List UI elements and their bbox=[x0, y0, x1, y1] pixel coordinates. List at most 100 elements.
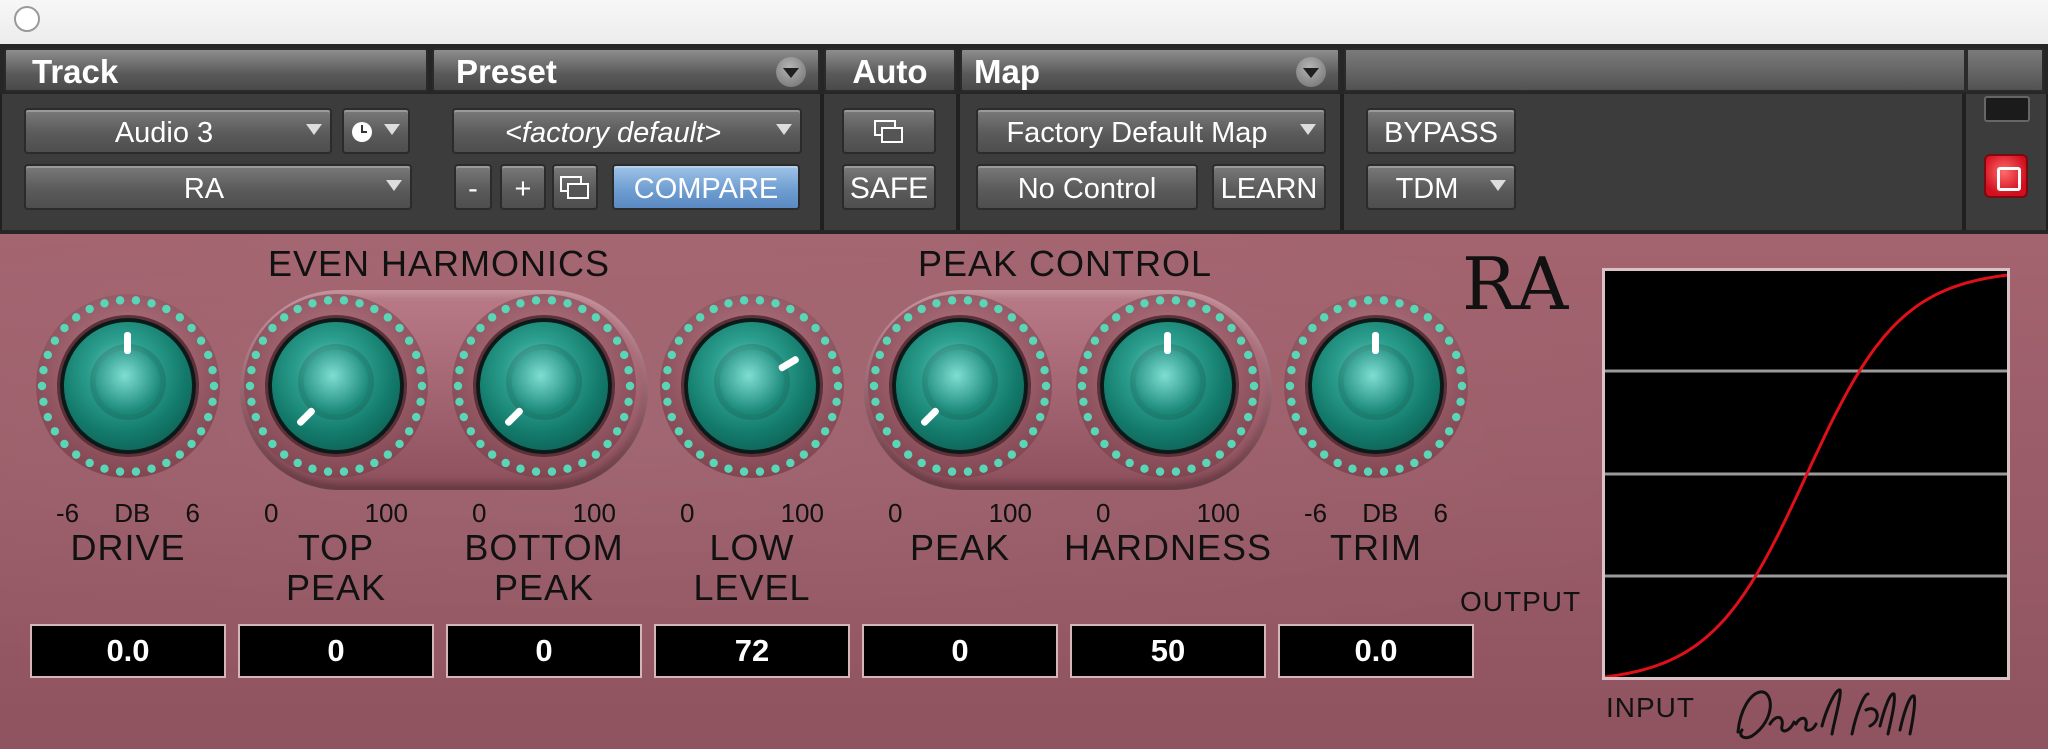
knob-dot bbox=[411, 412, 421, 422]
knob-dot bbox=[947, 296, 957, 305]
knob-dot bbox=[979, 299, 988, 308]
knob-dot bbox=[268, 323, 277, 333]
knob-dot bbox=[1007, 313, 1017, 322]
knob-dot bbox=[1451, 350, 1461, 360]
knob-dot bbox=[162, 304, 171, 314]
knob-dot bbox=[811, 439, 820, 449]
knob-hardness[interactable] bbox=[1068, 286, 1268, 486]
plugin-name-dropdown[interactable]: RA bbox=[24, 164, 412, 210]
power-icon[interactable] bbox=[1984, 154, 2028, 198]
knob-dot bbox=[1236, 336, 1246, 345]
knob-trim[interactable] bbox=[1276, 286, 1476, 486]
knob-dot bbox=[453, 381, 463, 391]
param-name-line1: BOTTOM bbox=[464, 527, 624, 568]
knob-dot bbox=[370, 304, 379, 314]
knob-top-peak[interactable] bbox=[236, 286, 436, 486]
param-value-field[interactable]: 0 bbox=[446, 624, 642, 678]
knob-dot bbox=[355, 299, 364, 308]
compare-button[interactable]: COMPARE bbox=[612, 164, 800, 210]
knob-dot bbox=[1298, 336, 1308, 345]
param-name-line1: DRIVE bbox=[70, 527, 186, 568]
knob-dot bbox=[799, 450, 809, 459]
knob-dot bbox=[279, 313, 289, 322]
preset-section-title[interactable]: Preset bbox=[432, 48, 820, 92]
knob-dot bbox=[323, 296, 333, 305]
param-name: DRIVE bbox=[18, 528, 238, 568]
scale-min-label: -6 bbox=[1304, 498, 1328, 528]
knob-dot bbox=[994, 304, 1003, 314]
preset-copy-button[interactable] bbox=[552, 164, 598, 210]
knob-dot bbox=[100, 299, 109, 308]
map-section-title[interactable]: Map bbox=[960, 48, 1340, 92]
scale-min-label: 0 bbox=[264, 498, 279, 528]
knob-dot bbox=[1410, 304, 1419, 314]
knob-drive[interactable] bbox=[28, 286, 228, 486]
knob-dot bbox=[1083, 412, 1093, 422]
knob-dot bbox=[1348, 299, 1357, 308]
preset-name-dropdown[interactable]: <factory default> bbox=[452, 108, 802, 154]
knob-dot bbox=[404, 336, 414, 345]
knob-dot bbox=[1171, 296, 1181, 305]
preset-previous-button[interactable]: - bbox=[454, 164, 492, 210]
knob-dot bbox=[203, 412, 213, 422]
knob-dot bbox=[1202, 458, 1211, 468]
window-close-circle-icon[interactable] bbox=[14, 6, 40, 32]
knob-dot bbox=[684, 439, 693, 449]
param-name: LOW LEVEL bbox=[642, 528, 862, 608]
knob-dot bbox=[827, 350, 837, 360]
bypass-button[interactable]: BYPASS bbox=[1366, 108, 1516, 154]
knob-dot bbox=[663, 365, 672, 375]
knob-peak[interactable] bbox=[860, 286, 1060, 486]
preset-next-button[interactable]: + bbox=[500, 164, 546, 210]
knob-dot bbox=[43, 350, 53, 360]
knob-dot bbox=[869, 381, 879, 391]
knob-bottom-peak[interactable] bbox=[444, 286, 644, 486]
knob-dot bbox=[1040, 397, 1049, 407]
param-value-field[interactable]: 72 bbox=[654, 624, 850, 678]
knob-dot bbox=[1379, 467, 1389, 476]
param-value-field[interactable]: 0.0 bbox=[1278, 624, 1474, 678]
knob-dot bbox=[147, 464, 156, 473]
scale-max-label: 6 bbox=[185, 498, 200, 528]
knob-dot bbox=[963, 296, 973, 305]
knob-dot bbox=[1348, 464, 1357, 473]
knob-dot bbox=[674, 427, 684, 436]
automation-clock-dropdown[interactable] bbox=[342, 108, 410, 154]
knob-dot bbox=[811, 323, 820, 333]
learn-button[interactable]: LEARN bbox=[1212, 164, 1326, 210]
knob-dot bbox=[833, 381, 843, 391]
knob-dot bbox=[695, 450, 705, 459]
preset-menu-dropdown-icon[interactable] bbox=[776, 57, 806, 87]
knob-dot bbox=[1236, 427, 1246, 436]
param-value-field[interactable]: 0.0 bbox=[30, 624, 226, 678]
knob-dot bbox=[1395, 464, 1404, 473]
param-value-field[interactable]: 50 bbox=[1070, 624, 1266, 678]
knob-dot bbox=[1456, 397, 1465, 407]
knob-dot bbox=[308, 299, 317, 308]
knob-dot bbox=[1287, 365, 1296, 375]
plugin-header: Track Preset Auto Map Audio 3 RA <factor… bbox=[0, 44, 2048, 234]
param-name-line2: LEVEL bbox=[693, 567, 811, 608]
knob-dot bbox=[786, 458, 795, 468]
knob-low-level[interactable] bbox=[652, 286, 852, 486]
knob-dot bbox=[39, 397, 48, 407]
knob-indicator bbox=[1372, 332, 1380, 440]
param-value-field[interactable]: 0 bbox=[862, 624, 1058, 678]
knob-dot bbox=[771, 464, 780, 473]
knob-dot bbox=[60, 439, 69, 449]
map-menu-dropdown-icon[interactable] bbox=[1296, 57, 1326, 87]
knob-dot bbox=[1285, 381, 1295, 391]
knob-dot bbox=[667, 350, 677, 360]
scale-min-label: 0 bbox=[888, 498, 903, 528]
track-name-dropdown[interactable]: Audio 3 bbox=[24, 108, 332, 154]
knob-dot bbox=[187, 323, 196, 333]
safe-button[interactable]: SAFE bbox=[842, 164, 936, 210]
knob-dot bbox=[739, 296, 749, 305]
knob-dot bbox=[476, 323, 485, 333]
knob-dot bbox=[1319, 313, 1329, 322]
control-map-dropdown[interactable]: Factory Default Map bbox=[976, 108, 1326, 154]
knob-dot bbox=[1287, 397, 1296, 407]
automation-window-button[interactable] bbox=[842, 108, 936, 154]
param-value-field[interactable]: 0 bbox=[238, 624, 434, 678]
format-dropdown[interactable]: TDM bbox=[1366, 164, 1516, 210]
